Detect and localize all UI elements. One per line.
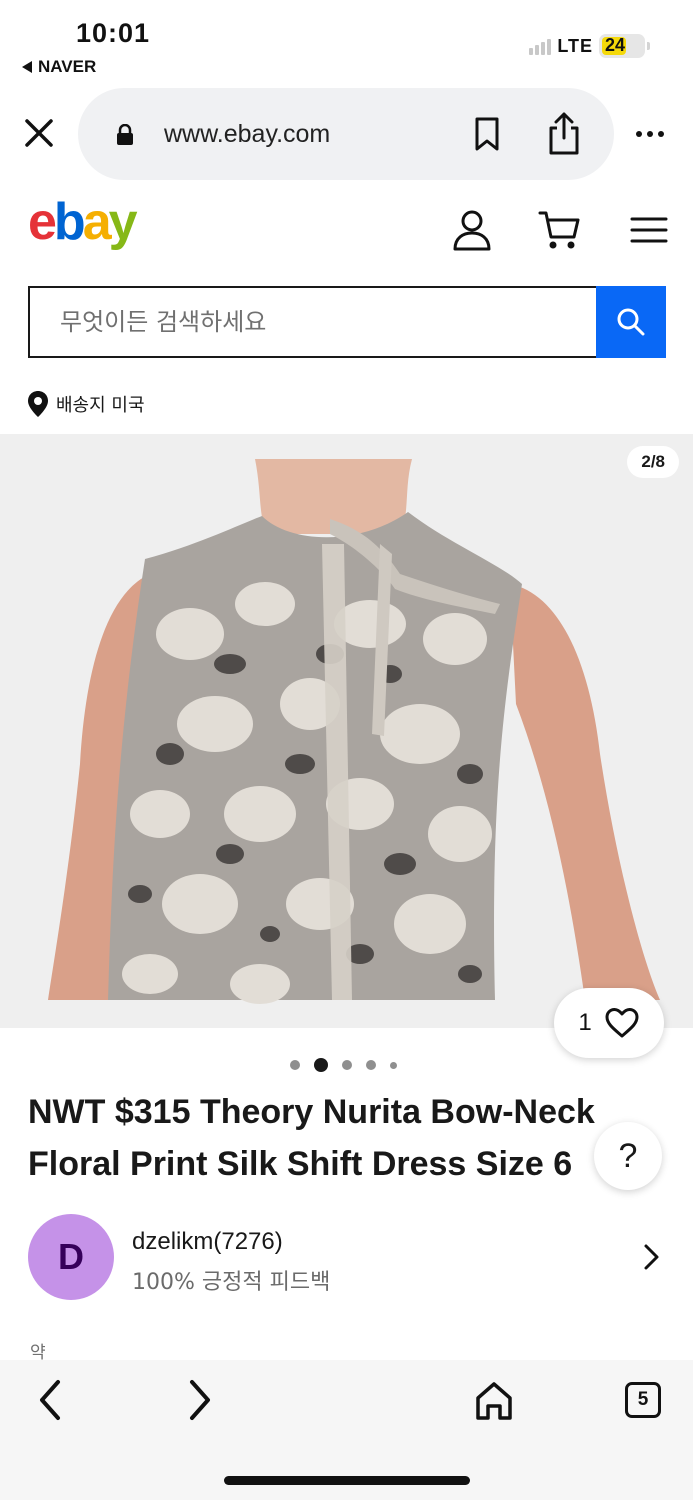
- bookmark-icon[interactable]: [472, 116, 502, 152]
- back-to-app-link[interactable]: NAVER: [22, 57, 96, 77]
- pagination-dot[interactable]: [390, 1061, 397, 1069]
- pagination-dot[interactable]: [342, 1060, 352, 1070]
- heart-icon: [605, 1008, 639, 1038]
- seller-name[interactable]: dzelikm(7276): [132, 1228, 283, 1256]
- user-icon[interactable]: [452, 208, 492, 252]
- listing-title: NWT $315 Theory Nurita Bow-Neck Floral P…: [28, 1086, 638, 1190]
- back-arrow-icon[interactable]: [34, 1376, 66, 1424]
- home-indicator[interactable]: [224, 1476, 470, 1485]
- listing-title-line1: NWT $315 Theory Nurita Bow-Neck: [28, 1093, 595, 1131]
- forward-arrow-icon[interactable]: [184, 1376, 216, 1424]
- search-button[interactable]: [596, 286, 666, 358]
- watch-button[interactable]: 1: [554, 988, 664, 1058]
- chevron-right-icon[interactable]: [640, 1243, 662, 1271]
- help-button[interactable]: ?: [594, 1122, 662, 1190]
- seller-avatar[interactable]: D: [28, 1214, 114, 1300]
- search-icon: [617, 308, 645, 336]
- pagination-dot[interactable]: [366, 1060, 376, 1070]
- back-app-label: NAVER: [38, 57, 97, 76]
- more-icon[interactable]: [636, 122, 672, 146]
- cart-icon[interactable]: [538, 208, 582, 252]
- gallery-pagination: [290, 1058, 397, 1072]
- url-text[interactable]: www.ebay.com: [164, 120, 330, 149]
- home-icon[interactable]: [474, 1380, 514, 1422]
- listing-title-line2: Floral Print Silk Shift Dress Size 6: [28, 1145, 573, 1183]
- watch-count: 1: [578, 1009, 592, 1036]
- search-input[interactable]: [30, 288, 596, 356]
- image-counter: 2/8: [627, 446, 679, 478]
- product-image-gallery[interactable]: 2/8: [0, 434, 693, 1028]
- network-type: LTE: [557, 35, 593, 56]
- status-indicators: LTE 24: [529, 34, 650, 58]
- close-icon[interactable]: [22, 116, 56, 150]
- location-pin-icon: [28, 391, 48, 417]
- search-bar: [28, 286, 666, 358]
- tabs-button[interactable]: 5: [625, 1382, 661, 1418]
- back-triangle-icon: [22, 61, 32, 73]
- seller-feedback: 100% 긍정적 피드백: [132, 1270, 331, 1295]
- status-time: 10:01: [76, 18, 151, 48]
- signal-icon: [529, 37, 552, 55]
- ship-to-label: 배송지 미국: [56, 395, 145, 416]
- menu-icon[interactable]: [630, 216, 668, 244]
- pagination-dot-active[interactable]: [314, 1058, 328, 1072]
- battery-level: 24: [605, 35, 626, 55]
- battery-icon: 24: [599, 34, 650, 58]
- share-icon[interactable]: [546, 110, 582, 156]
- lock-icon: [117, 124, 133, 145]
- pagination-dot[interactable]: [290, 1060, 300, 1070]
- ebay-logo[interactable]: ebay: [28, 196, 138, 248]
- ship-to-location[interactable]: 배송지 미국: [26, 390, 145, 418]
- address-bar[interactable]: www.ebay.com: [78, 88, 614, 180]
- product-image: [48, 459, 660, 1004]
